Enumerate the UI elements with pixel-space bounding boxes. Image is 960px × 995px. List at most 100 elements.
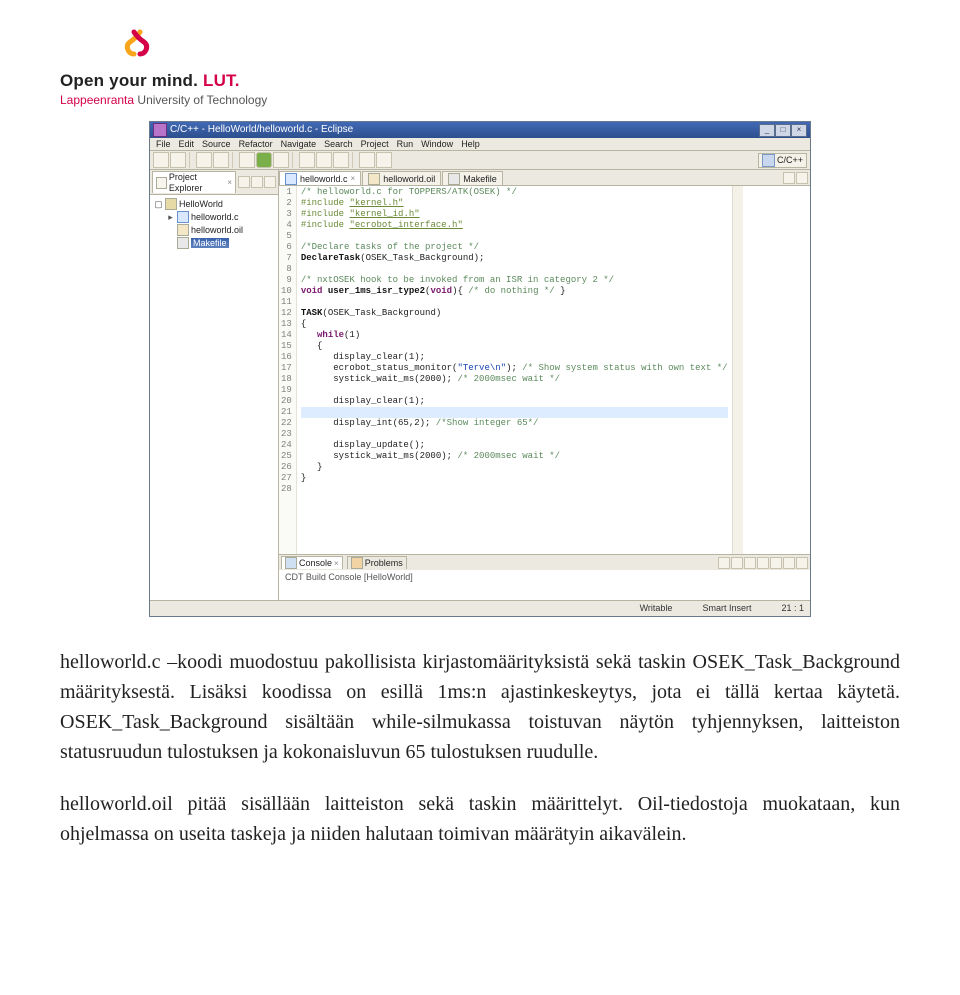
- menu-run[interactable]: Run: [397, 139, 414, 149]
- spacer: [166, 225, 175, 235]
- tree-project[interactable]: ▢ HelloWorld: [154, 198, 274, 211]
- editor-pane: helloworld.c × helloworld.oil Makefile: [279, 170, 810, 600]
- university-highlight: Lappeenranta: [60, 93, 134, 107]
- menu-search[interactable]: Search: [324, 139, 353, 149]
- open-console-icon[interactable]: [770, 557, 782, 569]
- eclipse-window: C/C++ - HelloWorld/helloworld.c - Eclips…: [149, 121, 811, 617]
- minimize-view-icon[interactable]: [783, 172, 795, 184]
- menu-project[interactable]: Project: [361, 139, 389, 149]
- project-tree: ▢ HelloWorld ▸ helloworld.c helloworld.o…: [150, 195, 278, 253]
- statusbar: Writable Smart Insert 21 : 1: [150, 600, 810, 615]
- status-insert: Smart Insert: [702, 603, 751, 613]
- close-icon[interactable]: ×: [227, 178, 232, 187]
- folder-icon: [156, 177, 167, 189]
- tree-file-makefile[interactable]: Makefile: [154, 237, 274, 250]
- slogan-lut: LUT.: [203, 71, 240, 90]
- scroll-lock-icon[interactable]: [731, 557, 743, 569]
- editor-tab-label: helloworld.c: [300, 174, 348, 184]
- file-name: helloworld.oil: [191, 225, 243, 235]
- link-editor-icon[interactable]: [251, 176, 263, 188]
- editor-tabs: helloworld.c × helloworld.oil Makefile: [279, 170, 810, 186]
- pin-console-icon[interactable]: [744, 557, 756, 569]
- view-menu-icon[interactable]: [264, 176, 276, 188]
- console-icon: [285, 557, 297, 569]
- workarea: Project Explorer × ▢ HelloWorld: [150, 170, 810, 600]
- nav-fwd-icon[interactable]: [376, 152, 392, 168]
- project-explorer-label: Project Explorer: [169, 172, 226, 193]
- c-file-icon: [285, 173, 297, 185]
- slogan: Open your mind. LUT.: [60, 71, 900, 91]
- window-title: C/C++ - HelloWorld/helloworld.c - Eclips…: [170, 124, 353, 136]
- perspective-icon: [762, 154, 775, 167]
- new-icon[interactable]: [153, 152, 169, 168]
- annotation-icon[interactable]: [333, 152, 349, 168]
- status-mode: Writable: [640, 603, 673, 613]
- menu-source[interactable]: Source: [202, 139, 231, 149]
- slogan-left: Open your mind.: [60, 71, 198, 90]
- menu-refactor[interactable]: Refactor: [239, 139, 273, 149]
- menu-help[interactable]: Help: [461, 139, 480, 149]
- minimize-view-icon[interactable]: [783, 557, 795, 569]
- perspective-switcher[interactable]: C/C++: [758, 153, 807, 168]
- oil-file-icon: [368, 173, 380, 185]
- problems-label: Problems: [365, 558, 403, 568]
- console-body: CDT Build Console [HelloWorld]: [279, 570, 810, 600]
- build-icon[interactable]: [196, 152, 212, 168]
- makefile-icon: [448, 173, 460, 185]
- status-caret-pos: 21 : 1: [781, 603, 804, 613]
- maximize-view-icon[interactable]: [796, 557, 808, 569]
- open-type-icon[interactable]: [299, 152, 315, 168]
- lut-logo-icon: [120, 28, 900, 67]
- editor-tab-makefile[interactable]: Makefile: [442, 171, 503, 185]
- menu-file[interactable]: File: [156, 139, 171, 149]
- maximize-button[interactable]: □: [775, 124, 791, 137]
- nav-back-icon[interactable]: [359, 152, 375, 168]
- perspective-label: C/C++: [777, 155, 803, 165]
- close-button[interactable]: ×: [791, 124, 807, 137]
- paragraph-2: helloworld.oil pitää sisällään laitteist…: [60, 789, 900, 849]
- save-icon[interactable]: [170, 152, 186, 168]
- search-icon[interactable]: [316, 152, 332, 168]
- minimize-button[interactable]: _: [759, 124, 775, 137]
- menubar: File Edit Source Refactor Navigate Searc…: [150, 138, 810, 151]
- close-icon[interactable]: ×: [334, 559, 339, 568]
- tree-file-c[interactable]: ▸ helloworld.c: [154, 211, 274, 224]
- body-text: helloworld.c –koodi muodostuu pakollisis…: [60, 647, 900, 849]
- hammer-icon[interactable]: [213, 152, 229, 168]
- oil-file-icon: [177, 224, 189, 236]
- external-tools-icon[interactable]: [273, 152, 289, 168]
- spacer: [166, 238, 175, 248]
- clear-console-icon[interactable]: [718, 557, 730, 569]
- expand-icon[interactable]: ▢: [154, 199, 163, 209]
- line-gutter: 1234567891011121314151617181920212223242…: [279, 186, 297, 554]
- debug-icon[interactable]: [239, 152, 255, 168]
- menu-navigate[interactable]: Navigate: [281, 139, 317, 149]
- file-name: helloworld.c: [191, 212, 239, 222]
- separator: [352, 152, 356, 168]
- separator: [292, 152, 296, 168]
- editor-tab-label: Makefile: [463, 174, 497, 184]
- maximize-view-icon[interactable]: [796, 172, 808, 184]
- problems-tab[interactable]: Problems: [347, 556, 407, 569]
- overview-ruler: [732, 186, 743, 554]
- project-explorer-pane: Project Explorer × ▢ HelloWorld: [150, 170, 279, 600]
- editor-tab-oil[interactable]: helloworld.oil: [362, 171, 441, 185]
- code-body[interactable]: /* helloworld.c for TOPPERS/ATK(OSEK) */…: [297, 186, 732, 554]
- project-explorer-tab[interactable]: Project Explorer ×: [152, 171, 236, 193]
- editor-tab-c[interactable]: helloworld.c ×: [279, 171, 361, 185]
- paragraph-1: helloworld.c –koodi muodostuu pakollisis…: [60, 647, 900, 767]
- project-name: HelloWorld: [179, 199, 223, 209]
- collapse-all-icon[interactable]: [238, 176, 250, 188]
- display-selected-icon[interactable]: [757, 557, 769, 569]
- menu-edit[interactable]: Edit: [179, 139, 195, 149]
- tree-file-oil[interactable]: helloworld.oil: [154, 224, 274, 237]
- menu-window[interactable]: Window: [421, 139, 453, 149]
- close-icon[interactable]: ×: [351, 174, 356, 183]
- toolbar: C/C++: [150, 151, 810, 170]
- run-icon[interactable]: [256, 152, 272, 168]
- code-editor[interactable]: 1234567891011121314151617181920212223242…: [279, 186, 810, 554]
- console-tab[interactable]: Console ×: [281, 556, 343, 569]
- expand-icon[interactable]: ▸: [166, 212, 175, 222]
- lut-header: Open your mind. LUT. Lappeenranta Univer…: [60, 28, 900, 107]
- university-name: Lappeenranta University of Technology: [60, 93, 900, 107]
